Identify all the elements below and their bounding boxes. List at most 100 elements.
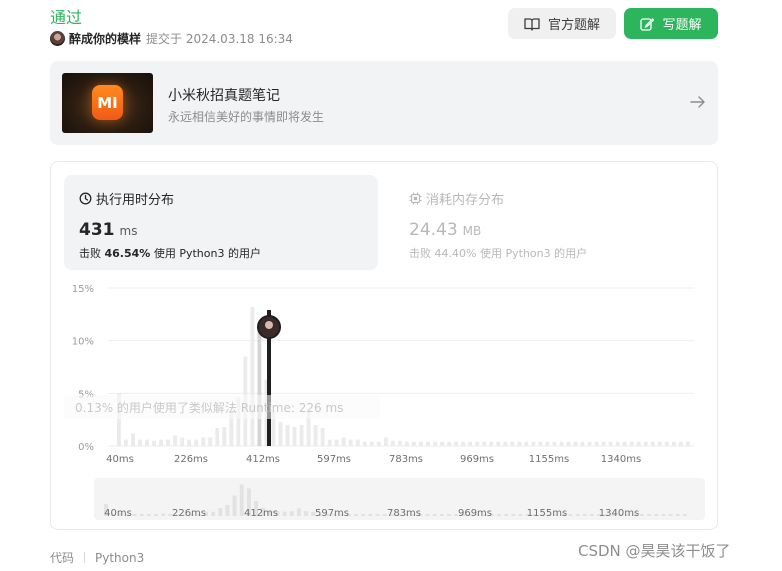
brush-bar (497, 514, 501, 516)
chart-bar (180, 437, 185, 446)
range-brush[interactable]: 40ms 226ms 412ms 597ms 783ms 969ms 1155ms 1340m… (94, 478, 705, 520)
memory-unit: MB (462, 224, 482, 238)
brush-bar (432, 514, 437, 516)
x-tick-label: 597ms (317, 454, 351, 465)
x-tick-label: 1340ms (601, 454, 641, 465)
chart-bar (678, 441, 683, 446)
chart-bar (503, 441, 508, 446)
chart-bar (482, 441, 487, 446)
code-language[interactable]: Python3 (95, 551, 144, 565)
runtime-unit: ms (119, 224, 138, 238)
chart-bar (215, 428, 220, 446)
official-solution-button[interactable]: 官方题解 (508, 8, 616, 39)
chart-bar (671, 441, 676, 446)
chart-bar (412, 441, 416, 446)
runtime-value: 431 ms (79, 220, 137, 240)
runtime-heading: 执行用时分布 (79, 189, 174, 208)
avatar[interactable] (50, 30, 65, 46)
runtime-number: 431 (79, 220, 115, 240)
memory-beat-suffix: 使用 Python3 的用户 (479, 247, 588, 260)
chart-bar (524, 441, 529, 446)
brush-bar (161, 513, 166, 516)
chart-bar (152, 440, 156, 446)
chart-bar (580, 441, 585, 446)
chart-bar (440, 441, 444, 446)
chart-bar (643, 441, 648, 446)
banner-title: 小米秋招真题笔记 (168, 88, 280, 104)
brush-bar (225, 504, 230, 516)
brush-bar (639, 514, 644, 516)
brush-bar (211, 511, 216, 516)
runtime-beat-percent: 46.54% (104, 247, 151, 260)
chart-bar (341, 437, 346, 446)
chart-bar (566, 441, 571, 446)
brush-bar (296, 508, 301, 516)
brush-bar (368, 514, 373, 516)
chart-bar (278, 421, 283, 446)
write-solution-button[interactable]: 写题解 (624, 8, 718, 39)
chart-grid (108, 287, 694, 447)
chart-bar (320, 428, 325, 446)
chart-bar (327, 439, 332, 446)
promo-banner[interactable]: MI 小米秋招真题笔记 永远相信美好的事情即将发生 (50, 61, 718, 145)
status-text: 通过 (50, 8, 83, 27)
chart-bar (355, 439, 360, 446)
chip-icon (409, 192, 422, 205)
y-tick-label: 0% (78, 442, 94, 453)
memory-beat: 击败 44.40% 使用 Python3 的用户 (409, 245, 587, 261)
runtime-beat-suffix: 使用 Python3 的用户 (153, 247, 261, 260)
marker-avatar-face (265, 321, 273, 329)
chart-bar (292, 427, 297, 446)
footer-divider (84, 552, 86, 563)
chart-bar (419, 441, 423, 446)
brush-bar (218, 508, 223, 516)
chart-bar (376, 441, 381, 446)
memory-beat-prefix: 击败 (409, 247, 431, 260)
chart-bar (510, 441, 515, 446)
chart-bar (657, 441, 662, 446)
brush-tick-label: 597ms (315, 508, 349, 519)
chart-bar (145, 439, 149, 446)
chart-bar (250, 306, 255, 446)
chart-bar (489, 441, 494, 446)
x-tick-label: 412ms (246, 454, 280, 465)
brush-bar (375, 514, 380, 516)
x-tick-label: 969ms (460, 454, 494, 465)
memory-tab[interactable]: 消耗内存分布 24.43 MB 击败 44.40% 使用 Python3 的用户 (394, 175, 708, 270)
chart-bar (334, 439, 339, 446)
chart-bar (131, 433, 135, 446)
chart-bar (475, 441, 480, 446)
chart-bar (313, 424, 318, 446)
y-tick-label: 10% (72, 337, 94, 348)
chart-bar (222, 427, 227, 446)
brush-bar (568, 514, 573, 516)
chart-bar (383, 437, 388, 446)
mi-logo: MI (92, 85, 123, 120)
brush-bar (232, 495, 237, 516)
brush-bar (511, 514, 516, 516)
brush-bar (282, 511, 287, 516)
y-tick-label: 15% (72, 284, 94, 295)
chart-bar (622, 441, 627, 446)
chart-bar (405, 441, 409, 446)
brush-bar (661, 514, 666, 516)
runtime-beat-prefix: 击败 (79, 247, 101, 260)
author-name[interactable]: 醉成你的模样 (69, 30, 141, 47)
brush-bar (439, 514, 444, 516)
brush-bar (647, 514, 652, 516)
chart-bar (173, 435, 178, 446)
brush-bar (582, 514, 587, 516)
x-tick-label: 783ms (389, 454, 423, 465)
chart-bar (433, 441, 437, 446)
chart-bar (369, 441, 374, 446)
brush-bar (668, 514, 673, 516)
runtime-tab[interactable]: 执行用时分布 431 ms 击败 46.54% 使用 Python3 的用户 (64, 175, 378, 270)
memory-heading-label: 消耗内存分布 (426, 193, 505, 208)
chart-bar (496, 441, 501, 446)
chart-bar (201, 437, 206, 446)
chart-bar (531, 441, 536, 446)
x-tick-label: 40ms (106, 454, 134, 465)
brush-bar (682, 514, 687, 516)
banner-image: MI (62, 73, 153, 133)
chart-bar (257, 324, 262, 446)
